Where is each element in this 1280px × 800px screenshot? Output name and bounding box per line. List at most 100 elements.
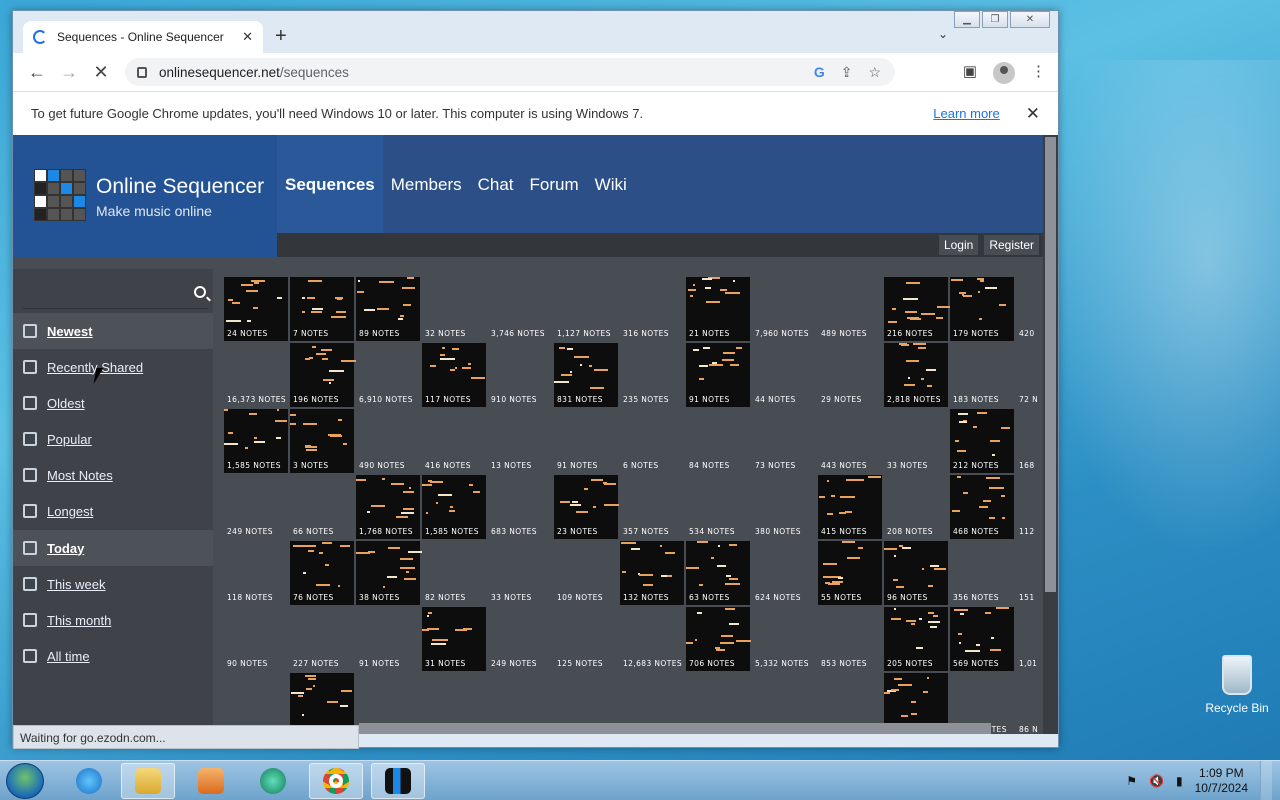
sequence-tile[interactable]: 2,818 NOTES [884,343,948,407]
sequence-tile[interactable]: 7 NOTES [290,277,354,341]
nav-members[interactable]: Members [383,135,470,233]
sidebar-item-popular[interactable]: Popular [13,421,213,457]
internet-explorer-icon[interactable] [62,763,116,799]
sequence-tile[interactable]: 29 NOTES [818,343,882,407]
sequence-tile[interactable]: 132 NOTES [620,541,684,605]
minimize-icon[interactable]: ▁ [954,11,980,28]
sidebar-item-oldest[interactable]: Oldest [13,385,213,421]
media-player-icon[interactable] [184,763,238,799]
clock[interactable]: 1:09 PM 10/7/2024 [1195,766,1248,796]
sequence-tile[interactable]: 44 NOTES [752,343,816,407]
sequence-tile[interactable]: 24 NOTES [224,277,288,341]
back-arrow-icon[interactable]: ← [21,62,53,83]
sequence-tile[interactable]: 831 NOTES [554,343,618,407]
sequence-tile[interactable]: 91 NOTES [554,409,618,473]
chrome-taskbar-icon[interactable] [309,763,363,799]
sequence-tile[interactable]: 91 NOTES [686,343,750,407]
sequence-tile[interactable]: 235 NOTES [620,343,684,407]
site-logo[interactable]: Online Sequencer Make music online [13,135,277,257]
sequence-tile[interactable]: 683 NOTES [488,475,552,539]
sequence-tile[interactable]: 13 NOTES [488,409,552,473]
sequence-tile[interactable]: 1,768 NOTES [356,475,420,539]
sequence-tile[interactable]: 73 NOTES [752,409,816,473]
sequence-tile[interactable]: 443 NOTES [818,409,882,473]
share-icon[interactable]: ⇪ [841,64,853,81]
sequence-tile[interactable]: 38 NOTES [356,541,422,605]
network-icon[interactable]: ▮ [1176,774,1183,788]
sequence-tile[interactable]: 534 NOTES [686,475,750,539]
sequence-tile[interactable]: 76 NOTES [290,541,354,605]
sidebar-item-today[interactable]: Today [13,530,213,566]
sidebar-item-newest[interactable]: Newest [13,313,213,349]
bookmark-star-icon[interactable]: ☆ [868,64,881,81]
nav-forum[interactable]: Forum [522,135,587,233]
sequence-tile[interactable]: 16,373 NOTES [224,343,288,407]
sequence-tile[interactable]: 33 NOTES [884,409,948,473]
tab-search-chevron-icon[interactable]: ⌄ [938,27,948,41]
sequence-tile[interactable]: 489 NOTES [818,277,882,341]
sequence-tile[interactable]: 21 NOTES [686,277,750,341]
sequencer-taskbar-icon[interactable] [371,763,425,799]
sequence-tile[interactable]: 468 NOTES [950,475,1014,539]
sequence-tile[interactable]: 84 NOTES [686,409,750,473]
sequence-tile[interactable]: 32 NOTES [422,277,486,341]
sequence-tile[interactable]: 357 NOTES [620,475,684,539]
side-panel-icon[interactable]: ▣ [963,62,977,84]
sequence-tile[interactable]: 63 NOTES [686,541,750,605]
nav-chat[interactable]: Chat [470,135,522,233]
sequence-tile[interactable]: 420 [1016,277,1043,341]
tab-close-icon[interactable]: ✕ [242,29,253,45]
sequence-tile[interactable]: 112 [1016,475,1043,539]
sequence-tile[interactable]: 6,910 NOTES [356,343,420,407]
sequence-tile[interactable]: 208 NOTES [884,475,948,539]
address-bar[interactable]: onlinesequencer.net/sequences G ⇪ ☆ [125,58,895,86]
google-lens-icon[interactable]: G [814,64,825,81]
sequence-tile[interactable]: 227 NOTES [290,607,354,671]
sequence-tile[interactable]: 90 NOTES [224,607,288,671]
sequence-tile[interactable]: 7,960 NOTES [752,277,816,341]
sequence-tile[interactable]: 31 NOTES [422,607,486,671]
sequence-tile[interactable]: 86 N [1016,673,1043,734]
browser-tab[interactable]: Sequences - Online Sequencer ✕ [23,21,263,53]
nav-sequences[interactable]: Sequences [277,135,383,233]
sequence-tile[interactable]: 96 NOTES [884,541,948,605]
sidebar-item-recently-shared[interactable]: Recently Shared [13,349,213,385]
sequence-tile[interactable]: 3 NOTES [290,409,354,473]
sequence-tile[interactable]: 416 NOTES [422,409,486,473]
window-close-icon[interactable]: ✕ [1010,11,1050,28]
sequence-tile[interactable]: 415 NOTES [818,475,882,539]
volume-muted-icon[interactable]: 🔇 [1149,774,1164,788]
sequence-tile[interactable]: 1,127 NOTES [554,277,618,341]
scrollbar-thumb[interactable] [1045,137,1056,592]
forward-arrow-icon[interactable]: → [53,62,85,83]
sequence-tile[interactable]: 151 [1016,541,1043,605]
sequence-tile[interactable]: 249 NOTES [488,607,552,671]
sequence-tile[interactable]: 706 NOTES [686,607,751,671]
sequence-tile[interactable]: 183 NOTES [950,343,1014,407]
sidebar-item-this-month[interactable]: This month [13,602,213,638]
sequence-tile[interactable]: 1,01 [1016,607,1043,671]
sequence-tile[interactable]: 82 NOTES [422,541,486,605]
kebab-menu-icon[interactable]: ⋮ [1031,62,1046,84]
sequence-tile[interactable]: 316 NOTES [620,277,684,341]
restore-icon[interactable]: ❐ [982,11,1008,28]
sequence-tile[interactable]: 23 NOTES [554,475,619,539]
recycle-bin[interactable]: Recycle Bin [1205,655,1269,715]
sequence-tile[interactable]: 569 NOTES [950,607,1014,671]
sequence-tile[interactable]: 12,683 NOTES [620,607,684,671]
sidebar-item-this-week[interactable]: This week [13,566,213,602]
sequence-tile[interactable]: 205 NOTES [884,607,948,671]
vertical-scrollbar[interactable] [1043,135,1058,734]
stop-loading-icon[interactable]: ✕ [85,62,117,83]
show-desktop-button[interactable] [1260,761,1272,800]
file-explorer-icon[interactable] [121,763,175,799]
sequence-tile[interactable]: 3,746 NOTES [488,277,552,341]
search-input[interactable] [23,279,208,309]
profile-avatar-icon[interactable] [993,62,1015,84]
sequence-tile[interactable]: 55 NOTES [818,541,882,605]
sequence-tile[interactable]: 490 NOTES [356,409,420,473]
search-icon[interactable] [194,286,206,298]
nav-wiki[interactable]: Wiki [587,135,635,233]
horizontal-scrollbar[interactable] [359,723,991,734]
sidebar-item-most-notes[interactable]: Most Notes [13,457,213,493]
